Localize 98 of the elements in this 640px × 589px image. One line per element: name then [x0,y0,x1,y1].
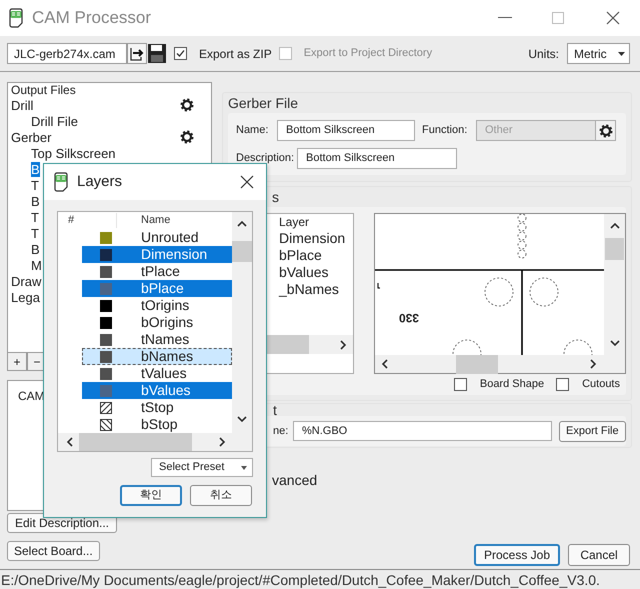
settings-icon[interactable] [598,124,612,138]
field-label: Description: [236,151,296,166]
group-title: s [272,188,279,206]
scroll-right-icon[interactable] [590,359,597,369]
action-button[interactable]: Select Board... [7,541,100,561]
preset-dropdown[interactable]: Select Preset [151,458,253,477]
layer-row[interactable]: bValues [82,382,232,399]
checkbox-label: Board Shape [480,377,544,392]
scroll-up-icon[interactable] [237,220,247,227]
layer-row[interactable]: Unrouted [82,229,232,246]
scrollbar-thumb[interactable] [79,433,192,451]
board-label: 330 [399,312,420,324]
scroll-down-icon[interactable] [237,416,247,423]
layer-row[interactable]: tNames [82,331,232,348]
app-icon [53,172,69,192]
export-file-button[interactable]: Export File [559,420,626,442]
tree-item[interactable]: T [31,178,39,192]
dropdown-arrow-icon [241,466,247,470]
hatch-swatch-icon [100,402,112,414]
app-icon [8,8,24,28]
field-label: Function: [422,123,468,138]
units-dropdown[interactable]: Metric [567,43,630,64]
checkbox[interactable] [454,378,467,391]
gear-icon[interactable] [180,98,194,112]
group-title: t [273,404,277,416]
scroll-right-icon[interactable] [340,340,347,350]
scrollbar[interactable] [58,433,252,451]
tree-item[interactable]: Drill File [31,114,78,128]
tree-item[interactable]: Gerber [11,130,52,144]
layer-item[interactable]: bValues [279,264,353,281]
field-label: ne: [273,424,290,439]
scrollbar-thumb[interactable] [232,241,252,262]
tree-item[interactable]: Top Silkscreen [31,146,116,160]
advanced-label: vanced [272,470,318,490]
tree-item[interactable]: B [31,162,40,176]
layer-item[interactable]: bPlace [279,247,353,264]
scroll-left-icon[interactable] [381,359,388,369]
close-icon[interactable] [606,11,620,25]
job-file-field[interactable]: JLC-gerb274x.cam [7,43,127,64]
layer-row[interactable]: bOrigins [82,314,232,331]
layer-item[interactable]: Dimension [279,230,353,247]
tree-button[interactable]: + [7,353,27,371]
field-label: Name: [236,123,270,138]
minimize-icon[interactable] [498,17,512,19]
window-title: CAM Processor [32,7,152,30]
scrollbar-thumb[interactable] [605,238,624,260]
units-label: Units: [528,46,559,62]
layer-row[interactable]: bPlace [82,280,232,297]
tree-item[interactable]: B [31,194,40,208]
file-name-field[interactable]: %N.GBO [293,421,552,441]
tree-item[interactable]: B [31,242,40,256]
tree-header: Output Files [11,84,77,97]
dialog-button[interactable]: Process Job [474,544,560,566]
scroll-down-icon[interactable] [610,340,620,347]
scrollbar-thumb[interactable] [456,355,498,374]
scrollbar[interactable] [604,214,625,355]
scrollbar[interactable] [232,212,252,433]
column-header: # [68,213,76,228]
scrollbar[interactable] [375,355,625,373]
tree-item[interactable]: T [31,226,39,240]
group-title: Gerber File [228,94,300,113]
tree-item[interactable]: Lega [11,290,40,304]
tree-item[interactable]: T [31,210,39,224]
hatch-swatch-icon [100,418,112,430]
save-icon[interactable] [147,43,167,64]
dialog-button[interactable]: 확인 [120,485,182,506]
dialog-button[interactable]: 취소 [190,485,252,506]
column-header: Name [141,213,170,228]
checkbox[interactable] [174,47,187,60]
tree-item[interactable]: M [31,258,42,272]
function-field: Other [476,120,596,141]
checkbox-label: Cutouts [582,377,620,392]
layer-row[interactable]: bNames [82,348,232,365]
layer-row[interactable]: tValues [82,365,232,382]
scroll-left-icon[interactable] [66,437,73,447]
layer-row[interactable]: tStop [82,399,232,416]
layer-row[interactable]: Dimension [82,246,232,263]
layer-row[interactable]: tOrigins [82,297,232,314]
load-icon[interactable] [127,43,147,64]
checkbox-label: Export to Project Directory [304,46,432,62]
tree-item[interactable]: Drill [11,98,34,112]
dropdown-arrow-icon [618,52,625,56]
description-field[interactable]: Bottom Silkscreen [297,148,457,169]
layer-row[interactable]: bStop [82,416,232,433]
tree-item[interactable]: Draw [11,274,42,288]
layer-item[interactable]: _bNames [279,281,353,298]
checkbox-label: Export as ZIP [199,46,272,62]
dialog-title: Layers [77,172,122,192]
checkbox[interactable] [556,378,570,391]
column-header: Layer [279,215,310,230]
dialog-button[interactable]: Cancel [568,544,630,566]
scroll-right-icon[interactable] [219,437,226,447]
name-field[interactable]: Bottom Silkscreen [277,120,415,141]
status-path: E:/OneDrive/My Documents/eagle/project/#Completed/Dutch_Cofee_Maker/Dutch_Coffee_V3.0. [1,570,600,588]
layer-row[interactable]: tPlace [82,263,232,280]
close-icon[interactable] [240,175,254,189]
gear-icon[interactable] [180,130,194,144]
scroll-up-icon[interactable] [610,222,620,229]
